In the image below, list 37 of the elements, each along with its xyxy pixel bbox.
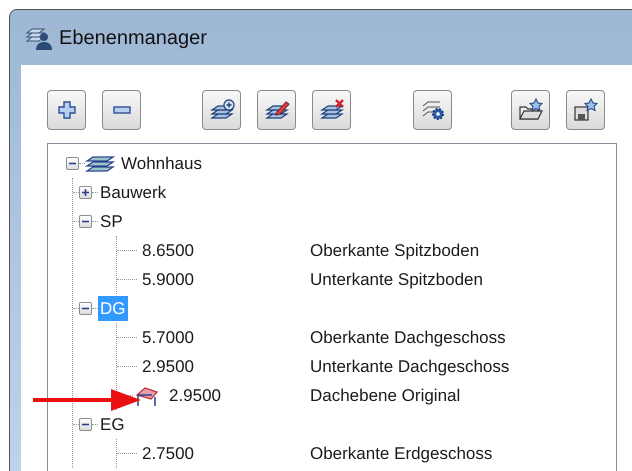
remove-button[interactable] <box>102 90 141 130</box>
collapse-toggle[interactable] <box>79 302 92 315</box>
disk-star-icon <box>572 98 600 122</box>
roof-icon <box>135 384 159 406</box>
level-description: Oberkante Spitzboden <box>310 240 480 262</box>
add-button[interactable] <box>47 90 86 130</box>
tree-node-label[interactable]: Bauwerk <box>98 180 168 206</box>
delete-layer-button[interactable] <box>312 90 351 130</box>
level-description: Dachebene Original <box>310 384 460 407</box>
tree-node-label[interactable]: Wohnhaus <box>119 150 204 176</box>
level-height[interactable]: 5.9000 <box>140 266 196 292</box>
level-height[interactable]: 5.7000 <box>140 324 196 350</box>
level-description: Unterkante Dachgeschoss <box>310 356 510 378</box>
save-button[interactable] <box>566 90 605 130</box>
add-layer-button[interactable] <box>202 90 241 130</box>
open-folder-button[interactable] <box>511 90 550 130</box>
folder-star-icon <box>516 98 544 122</box>
collapse-toggle[interactable] <box>79 215 92 228</box>
collapse-toggle[interactable] <box>79 418 92 431</box>
tree-node-label[interactable]: SP <box>98 208 125 234</box>
edit-layer-button[interactable] <box>257 90 296 130</box>
level-height[interactable]: 2.9500 <box>167 382 223 408</box>
layers-icon <box>85 154 115 174</box>
collapse-toggle[interactable] <box>66 157 79 170</box>
plus-icon <box>81 188 90 197</box>
level-height[interactable]: 2.9500 <box>140 354 196 380</box>
level-description: Oberkante Erdgeschoss <box>310 442 492 465</box>
expand-toggle[interactable] <box>79 186 92 199</box>
tree-node-label[interactable]: EG <box>98 412 127 438</box>
level-description: Unterkante Spitzboden <box>310 268 483 291</box>
minus-icon <box>112 104 132 116</box>
plus-icon <box>56 100 76 120</box>
level-description: Oberkante Dachgeschoss <box>310 326 506 349</box>
window-title: Ebenenmanager <box>59 26 207 50</box>
level-height[interactable]: 8.6500 <box>140 238 196 264</box>
level-height[interactable]: 2.7500 <box>140 440 196 466</box>
settings-button[interactable] <box>413 90 452 130</box>
